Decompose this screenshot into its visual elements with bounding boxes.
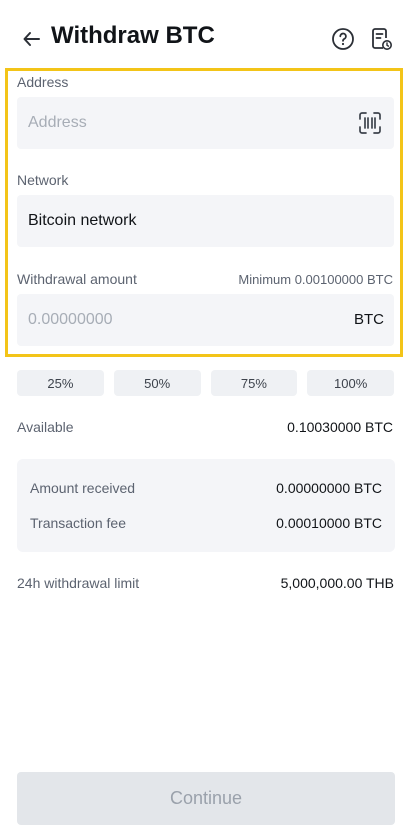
withdrawal-amount-label: Withdrawal amount [17, 271, 137, 287]
withdrawal-amount-input[interactable]: 0.00000000 BTC [17, 294, 394, 346]
page-title: Withdraw BTC [51, 22, 215, 49]
available-label: Available [17, 419, 74, 435]
percent-25-button[interactable]: 25% [17, 370, 104, 396]
help-button[interactable] [331, 27, 355, 51]
back-button[interactable] [20, 27, 44, 51]
network-label: Network [17, 172, 69, 188]
minimum-amount-text: Minimum 0.00100000 BTC [238, 272, 393, 287]
transaction-fee-label: Transaction fee [30, 515, 126, 531]
available-value: 0.10030000 BTC [287, 419, 393, 435]
scan-qr-button[interactable] [358, 111, 382, 135]
amount-placeholder: 0.00000000 [28, 311, 113, 328]
amount-received-label: Amount received [30, 480, 136, 496]
summary-card: Amount received 0.00000000 BTC Transacti… [17, 459, 395, 552]
percent-buttons: 25% 50% 75% 100% [17, 370, 394, 396]
amount-received-value: 0.00000000 BTC [276, 480, 382, 496]
address-label: Address [17, 74, 69, 90]
address-placeholder: Address [28, 114, 87, 131]
history-icon [372, 28, 392, 50]
transaction-fee-value: 0.00010000 BTC [276, 515, 382, 531]
help-icon [332, 28, 354, 50]
amount-unit: BTC [354, 311, 384, 328]
withdrawal-limit-value: 5,000,000.00 THB [280, 575, 394, 591]
percent-50-button[interactable]: 50% [113, 370, 201, 396]
network-value: Bitcoin network [28, 212, 137, 229]
back-arrow-icon [23, 32, 40, 46]
history-button[interactable] [369, 27, 393, 51]
continue-button[interactable]: Continue [17, 772, 395, 825]
percent-75-button[interactable]: 75% [210, 370, 298, 396]
scan-icon [359, 112, 381, 134]
withdrawal-limit-label: 24h withdrawal limit [17, 575, 140, 591]
address-input[interactable]: Address [17, 97, 394, 149]
network-select[interactable]: Bitcoin network [17, 195, 394, 247]
percent-100-button[interactable]: 100% [307, 370, 394, 396]
